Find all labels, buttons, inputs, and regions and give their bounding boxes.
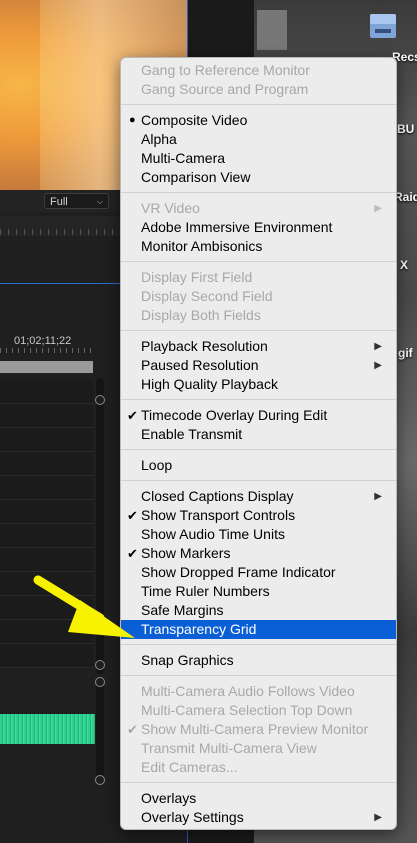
submenu-arrow-icon: ▶: [374, 491, 382, 502]
desktop-label[interactable]: BU: [397, 122, 414, 136]
menu-separator: [121, 261, 396, 262]
video-track[interactable]: [0, 500, 93, 524]
work-area-bar[interactable]: [0, 361, 93, 373]
menu-item-closed-captions-display[interactable]: Closed Captions Display ▶: [121, 487, 396, 506]
audio-tracks-scrollbar[interactable]: [96, 680, 104, 778]
scrollbar-handle[interactable]: [95, 677, 105, 687]
menu-item-display-second-field[interactable]: Display Second Field: [121, 287, 396, 306]
timeline-ruler[interactable]: [0, 348, 95, 362]
checkmark-icon: ✔: [127, 408, 138, 423]
menu-item-show-multi-camera-preview-monitor[interactable]: ✔ Show Multi-Camera Preview Monitor: [121, 720, 396, 739]
timeline-timecode: 01;02;11;22: [14, 335, 72, 347]
annotation-arrow-icon: [33, 575, 135, 638]
checkmark-icon: ✔: [127, 722, 138, 737]
menu-separator: [121, 104, 396, 105]
menu-separator: [121, 644, 396, 645]
submenu-arrow-icon: ▶: [374, 360, 382, 371]
menu-item-show-transport-controls[interactable]: ✔ Show Transport Controls: [121, 506, 396, 525]
menu-separator: [121, 330, 396, 331]
menu-item-overlay-settings[interactable]: Overlay Settings ▶: [121, 808, 396, 827]
menu-item-monitor-ambisonics[interactable]: Monitor Ambisonics: [121, 237, 396, 256]
menu-separator: [121, 449, 396, 450]
menu-item-comparison-view[interactable]: Comparison View: [121, 168, 396, 187]
menu-separator: [121, 782, 396, 783]
menu-item-transparency-grid[interactable]: Transparency Grid: [121, 620, 396, 639]
resolution-select-value: Full: [50, 196, 68, 208]
video-track[interactable]: [0, 524, 93, 548]
drive-icon[interactable]: [367, 12, 399, 42]
video-track[interactable]: [0, 644, 93, 668]
submenu-arrow-icon: ▶: [374, 341, 382, 352]
menu-item-display-first-field[interactable]: Display First Field: [121, 268, 396, 287]
selected-bullet-icon: ●: [129, 114, 136, 126]
menu-item-overlays[interactable]: Overlays: [121, 789, 396, 808]
video-track[interactable]: [0, 428, 93, 452]
scrollbar-handle[interactable]: [95, 775, 105, 785]
video-track[interactable]: [0, 404, 93, 428]
menu-item-snap-graphics[interactable]: Snap Graphics: [121, 651, 396, 670]
menu-separator: [121, 399, 396, 400]
submenu-arrow-icon: ▶: [374, 812, 382, 823]
video-track[interactable]: [0, 380, 93, 404]
menu-item-display-both-fields[interactable]: Display Both Fields: [121, 306, 396, 325]
scrollbar-handle[interactable]: [95, 660, 105, 670]
audio-waveform-clip[interactable]: [0, 714, 95, 744]
menu-item-timecode-overlay[interactable]: ✔ Timecode Overlay During Edit: [121, 406, 396, 425]
menu-item-paused-resolution[interactable]: Paused Resolution ▶: [121, 356, 396, 375]
menu-item-playback-resolution[interactable]: Playback Resolution ▶: [121, 337, 396, 356]
menu-separator: [121, 480, 396, 481]
video-track[interactable]: [0, 452, 93, 476]
menu-item-edit-cameras[interactable]: Edit Cameras...: [121, 758, 396, 777]
menu-item-loop[interactable]: Loop: [121, 456, 396, 475]
checkmark-icon: ✔: [127, 546, 138, 561]
video-track[interactable]: [0, 476, 93, 500]
desktop-label[interactable]: gif: [398, 346, 413, 360]
menu-item-vr-video[interactable]: VR Video ▶: [121, 199, 396, 218]
menu-item-time-ruler-numbers[interactable]: Time Ruler Numbers: [121, 582, 396, 601]
menu-item-composite-video[interactable]: ● Composite Video: [121, 111, 396, 130]
menu-item-adobe-immersive-environment[interactable]: Adobe Immersive Environment: [121, 218, 396, 237]
chevron-down-icon: ⌵: [96, 197, 103, 206]
video-track[interactable]: [0, 548, 93, 572]
submenu-arrow-icon: ▶: [374, 203, 382, 214]
menu-item-gang-to-reference-monitor[interactable]: Gang to Reference Monitor: [121, 61, 396, 80]
menu-item-show-markers[interactable]: ✔ Show Markers: [121, 544, 396, 563]
desktop-label[interactable]: Raid: [394, 190, 417, 204]
menu-item-safe-margins[interactable]: Safe Margins: [121, 601, 396, 620]
desktop-photo-detail: [257, 10, 287, 50]
resolution-select[interactable]: Full ⌵: [44, 193, 109, 209]
menu-item-multi-camera[interactable]: Multi-Camera: [121, 149, 396, 168]
menu-item-show-audio-time-units[interactable]: Show Audio Time Units: [121, 525, 396, 544]
menu-separator: [121, 192, 396, 193]
monitor-settings-menu: Gang to Reference Monitor Gang Source an…: [120, 57, 397, 830]
menu-item-high-quality-playback[interactable]: High Quality Playback: [121, 375, 396, 394]
menu-item-multi-camera-audio-follows-video[interactable]: Multi-Camera Audio Follows Video: [121, 682, 396, 701]
menu-item-enable-transmit[interactable]: Enable Transmit: [121, 425, 396, 444]
desktop-label[interactable]: X: [400, 258, 408, 272]
scrollbar-handle[interactable]: [95, 395, 105, 405]
menu-item-show-dropped-frame-indicator[interactable]: Show Dropped Frame Indicator: [121, 563, 396, 582]
menu-separator: [121, 675, 396, 676]
menu-item-multi-camera-selection-top-down[interactable]: Multi-Camera Selection Top Down: [121, 701, 396, 720]
checkmark-icon: ✔: [127, 508, 138, 523]
menu-item-gang-source-and-program[interactable]: Gang Source and Program: [121, 80, 396, 99]
menu-item-transmit-multi-camera-view[interactable]: Transmit Multi-Camera View: [121, 739, 396, 758]
menu-item-alpha[interactable]: Alpha: [121, 130, 396, 149]
